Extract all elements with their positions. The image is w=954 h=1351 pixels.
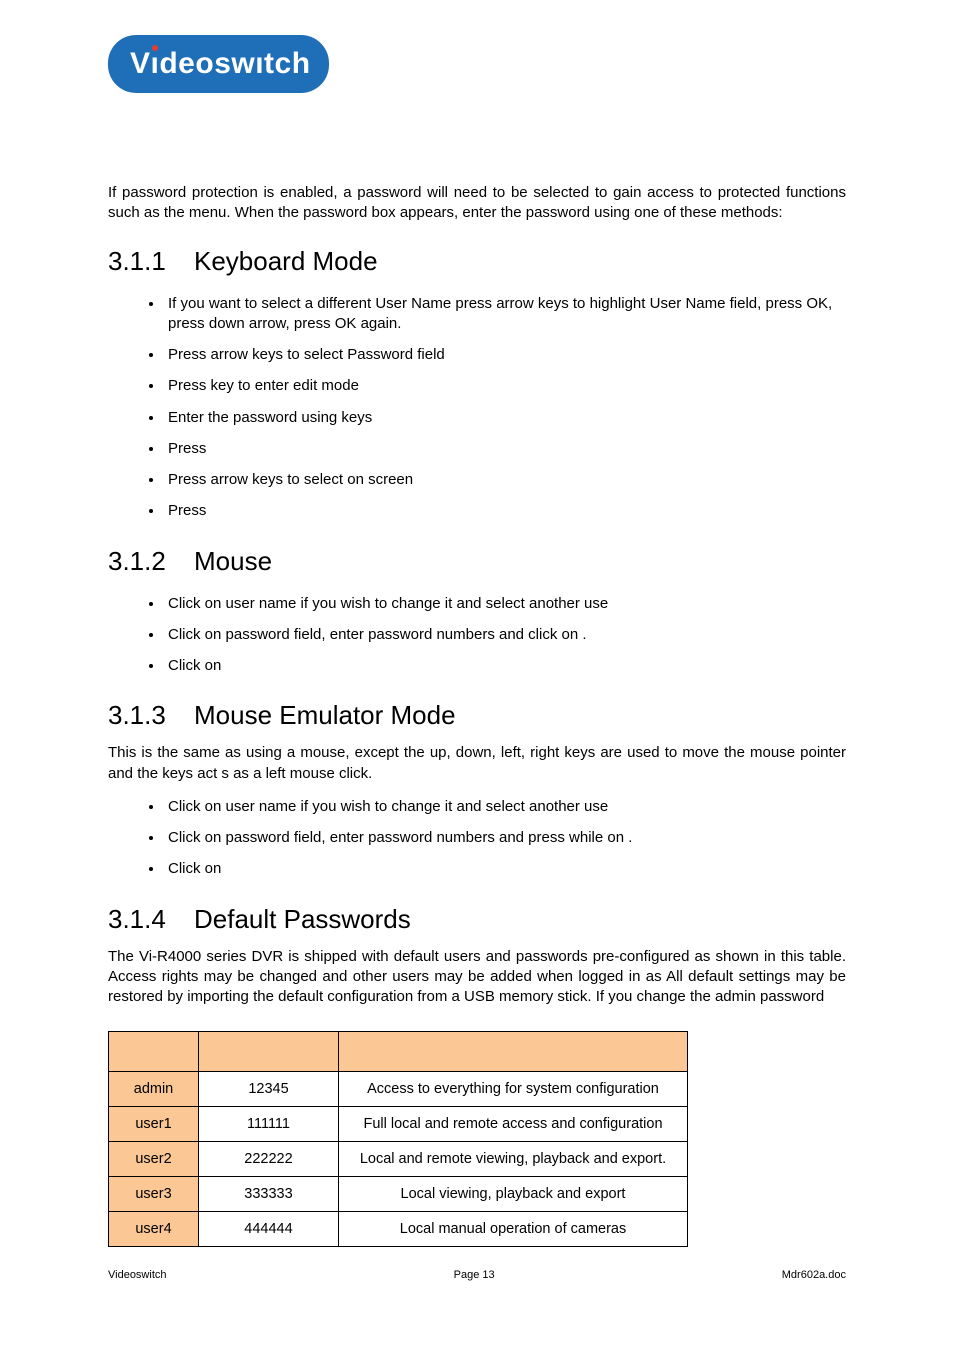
passwords-table: admin 12345 Access to everything for sys… bbox=[108, 1031, 688, 1247]
list-item: Press bbox=[164, 434, 846, 465]
list-item: Click on user name if you wish to change… bbox=[164, 792, 846, 823]
cell-password: 12345 bbox=[199, 1072, 339, 1107]
table-row: user2 222222 Local and remote viewing, p… bbox=[109, 1142, 688, 1177]
list-item: Click on password field, enter password … bbox=[164, 620, 846, 651]
table-row: admin 12345 Access to everything for sys… bbox=[109, 1072, 688, 1107]
list-item: Click on bbox=[164, 854, 846, 885]
cell-rights: Access to everything for system configur… bbox=[339, 1072, 688, 1107]
cell-rights: Local viewing, playback and export bbox=[339, 1177, 688, 1212]
list-item: Press bbox=[164, 496, 846, 527]
default-passwords-paragraph: The Vi-R4000 series DVR is shipped with … bbox=[108, 947, 846, 1008]
mouse-emulator-list: Click on user name if you wish to change… bbox=[108, 792, 846, 886]
heading-num: 3.1.2 bbox=[108, 546, 194, 577]
table-header bbox=[339, 1032, 688, 1072]
heading-num: 3.1.1 bbox=[108, 246, 194, 277]
cell-user: admin bbox=[109, 1072, 199, 1107]
mouse-list: Click on user name if you wish to change… bbox=[108, 589, 846, 683]
heading-num: 3.1.4 bbox=[108, 904, 194, 935]
list-item: Click on user name if you wish to change… bbox=[164, 589, 846, 620]
list-item: Enter the password using keys bbox=[164, 403, 846, 434]
page-footer: Videoswitch Page 13 Mdr602a.doc bbox=[108, 1269, 846, 1281]
cell-rights: Local manual operation of cameras bbox=[339, 1212, 688, 1247]
cell-password: 444444 bbox=[199, 1212, 339, 1247]
heading-title: Mouse bbox=[194, 546, 272, 576]
list-item: Click on password field, enter password … bbox=[164, 823, 846, 854]
table-row: user4 444444 Local manual operation of c… bbox=[109, 1212, 688, 1247]
heading-num: 3.1.3 bbox=[108, 700, 194, 731]
mouse-emulator-paragraph: This is the same as using a mouse, excep… bbox=[108, 743, 846, 784]
list-item: Press key to enter edit mode bbox=[164, 371, 846, 402]
keyboard-mode-list: If you want to select a different User N… bbox=[108, 289, 846, 528]
cell-rights: Local and remote viewing, playback and e… bbox=[339, 1142, 688, 1177]
heading-default-passwords: 3.1.4Default Passwords bbox=[108, 904, 846, 935]
cell-user: user2 bbox=[109, 1142, 199, 1177]
heading-title: Default Passwords bbox=[194, 904, 411, 934]
table-header-row bbox=[109, 1032, 688, 1072]
heading-mouse: 3.1.2Mouse bbox=[108, 546, 846, 577]
heading-title: Keyboard Mode bbox=[194, 246, 378, 276]
logo: Vıdeoswıtch bbox=[108, 35, 329, 93]
heading-keyboard-mode: 3.1.1Keyboard Mode bbox=[108, 246, 846, 277]
logo-text-pre: V bbox=[130, 47, 151, 80]
footer-center: Page 13 bbox=[454, 1269, 495, 1281]
table-header bbox=[109, 1032, 199, 1072]
footer-right: Mdr602a.doc bbox=[782, 1269, 846, 1281]
heading-title: Mouse Emulator Mode bbox=[194, 700, 456, 730]
list-item: Press arrow keys to select Password fiel… bbox=[164, 340, 846, 371]
list-item: If you want to select a different User N… bbox=[164, 289, 846, 341]
footer-left: Videoswitch bbox=[108, 1269, 167, 1281]
cell-user: user3 bbox=[109, 1177, 199, 1212]
logo-text-mid: ı bbox=[151, 47, 160, 80]
intro-paragraph: If password protection is enabled, a pas… bbox=[108, 183, 846, 224]
cell-rights: Full local and remote access and configu… bbox=[339, 1107, 688, 1142]
cell-user: user1 bbox=[109, 1107, 199, 1142]
cell-password: 111111 bbox=[199, 1107, 339, 1142]
cell-password: 333333 bbox=[199, 1177, 339, 1212]
table-header bbox=[199, 1032, 339, 1072]
cell-password: 222222 bbox=[199, 1142, 339, 1177]
heading-mouse-emulator: 3.1.3Mouse Emulator Mode bbox=[108, 700, 846, 731]
table-row: user3 333333 Local viewing, playback and… bbox=[109, 1177, 688, 1212]
list-item: Click on bbox=[164, 651, 846, 682]
cell-user: user4 bbox=[109, 1212, 199, 1247]
table-row: user1 111111 Full local and remote acces… bbox=[109, 1107, 688, 1142]
logo-text-rest: deoswıtch bbox=[159, 47, 310, 80]
list-item: Press arrow keys to select on screen bbox=[164, 465, 846, 496]
